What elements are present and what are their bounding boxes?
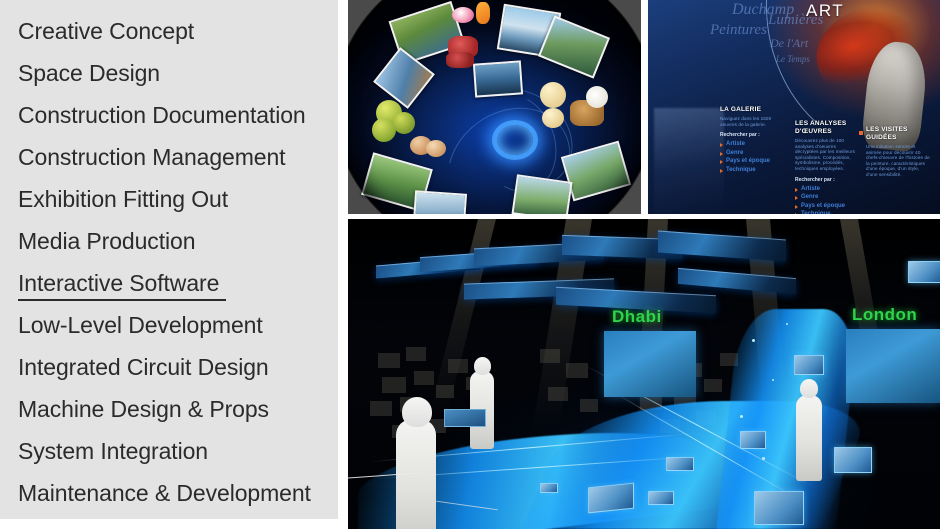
column-heading: LA GALERIE	[720, 106, 762, 113]
wall-tile	[406, 347, 426, 361]
sidebar-item-label: Construction Documentation	[18, 101, 306, 128]
light-spark	[752, 339, 755, 342]
sidebar-item-low-level-development[interactable]: Low-Level Development	[0, 304, 338, 346]
bullet-marker-icon	[859, 131, 863, 135]
floating-image-card	[648, 491, 674, 505]
sidebar-item-label: Construction Management	[18, 143, 286, 170]
wall-tile	[378, 353, 400, 368]
sidebar-item-construction-management[interactable]: Construction Management	[0, 136, 338, 178]
sidebar-item-label: Integrated Circuit Design	[18, 353, 269, 380]
floating-image-card	[794, 355, 824, 375]
services-sidebar: Creative Concept Space Design Constructi…	[0, 0, 338, 519]
light-spark	[786, 323, 788, 325]
sidebar-item-interactive-software[interactable]: Interactive Software	[0, 262, 338, 304]
column-links: Artiste Genre Pays et époque Technique	[720, 140, 778, 174]
art-title: ART	[806, 1, 845, 20]
sidebar-item-creative-concept[interactable]: Creative Concept	[0, 10, 338, 52]
art-column-les-visites[interactable]: LES VISITES GUIDÉES Une initiation sonor…	[866, 126, 932, 178]
wall-tile	[704, 379, 722, 392]
wall-tile	[436, 385, 454, 398]
sidebar-item-label: Exhibition Fitting Out	[18, 185, 229, 212]
sidebar-item-label: Low-Level Development	[18, 311, 263, 338]
city-label-dhabi: Dhabi	[612, 307, 662, 326]
sidebar-item-label: System Integration	[18, 437, 208, 464]
sidebar-item-integrated-circuit-design[interactable]: Integrated Circuit Design	[0, 346, 338, 388]
floating-image-card	[908, 261, 940, 283]
column-sublabel: Rechercher par :	[795, 176, 835, 183]
wall-tile	[414, 371, 434, 385]
gallery-image-art-interface[interactable]: Duchamp Lumières Peintures De l'Art Le T…	[648, 0, 940, 214]
light-spark	[772, 379, 774, 381]
column-body: Naviguez dans les 1500 oeuvres de la gal…	[720, 116, 772, 127]
sidebar-item-media-production[interactable]: Media Production	[0, 220, 338, 262]
sidebar-item-label: Space Design	[18, 59, 160, 86]
page-root: Creative Concept Space Design Constructi…	[0, 0, 940, 529]
visitor-silhouette-head	[402, 397, 432, 427]
city-label-london: London	[852, 305, 918, 324]
dome-vignette	[348, 0, 641, 214]
sidebar-item-label: Interactive Software	[18, 269, 220, 296]
floating-image-card	[740, 431, 766, 449]
column-body: Une initiation sonore et animée pour déc…	[866, 144, 930, 177]
visitor-silhouette-head	[800, 379, 818, 398]
wall-display-panel	[604, 331, 696, 397]
sidebar-item-construction-documentation[interactable]: Construction Documentation	[0, 94, 338, 136]
floating-image-card	[540, 483, 558, 493]
art-column-les-analyses[interactable]: LES ANALYSES D'ŒUVRES Découvrez plus de …	[795, 120, 857, 214]
column-sublabel: Rechercher par :	[720, 132, 760, 139]
sidebar-item-label: Machine Design & Props	[18, 395, 269, 422]
art-link-artiste[interactable]: Artiste	[720, 140, 778, 149]
sidebar-item-system-integration[interactable]: System Integration	[0, 430, 338, 472]
sidebar-item-label: Media Production	[18, 227, 196, 254]
art-column-la-galerie[interactable]: LA GALERIE Naviguez dans les 1500 oeuvre…	[720, 106, 778, 174]
wall-tile	[382, 377, 406, 393]
gallery-image-exhibition-hall[interactable]: Dhabi London	[348, 219, 940, 529]
wall-tile	[548, 387, 568, 401]
art-link-artiste[interactable]: Artiste	[795, 185, 857, 194]
wall-tile	[580, 399, 598, 412]
column-body: Découvrez plus de 100 analyses d'oeuvres…	[795, 138, 855, 171]
sidebar-list: Creative Concept Space Design Constructi…	[0, 10, 338, 514]
light-spark	[762, 457, 765, 460]
wall-tile	[540, 349, 560, 363]
floating-image-card	[754, 491, 804, 525]
wall-display-panel	[846, 329, 940, 403]
floating-image-card	[834, 447, 872, 473]
kiosk-screen	[444, 409, 486, 427]
sidebar-item-exhibition-fitting-out[interactable]: Exhibition Fitting Out	[0, 178, 338, 220]
sidebar-item-machine-design-and-props[interactable]: Machine Design & Props	[0, 388, 338, 430]
sidebar-item-label: Creative Concept	[18, 17, 195, 44]
wall-tile	[370, 401, 392, 416]
light-spark	[740, 415, 743, 418]
art-link-genre[interactable]: Genre	[795, 193, 857, 202]
sidebar-item-label: Maintenance & Development	[18, 479, 311, 506]
column-heading: LES ANALYSES D'ŒUVRES	[795, 120, 847, 135]
gallery-image-interactive-dome-table[interactable]	[348, 0, 641, 214]
wall-tile	[448, 359, 468, 373]
art-link-pays-et-epoque[interactable]: Pays et époque	[795, 202, 857, 211]
active-item-underline	[18, 299, 226, 301]
art-link-technique[interactable]: Technique	[720, 166, 778, 175]
sidebar-item-space-design[interactable]: Space Design	[0, 52, 338, 94]
art-link-genre[interactable]: Genre	[720, 149, 778, 158]
visitor-silhouette-head	[474, 357, 491, 375]
art-link-pays-et-epoque[interactable]: Pays et époque	[720, 157, 778, 166]
column-heading: LES VISITES GUIDÉES	[866, 126, 908, 141]
floating-image-card	[666, 457, 694, 471]
art-link-technique[interactable]: Technique	[795, 210, 857, 214]
column-links: Artiste Genre Pays et époque Technique	[795, 185, 857, 214]
sidebar-item-maintenance-and-development[interactable]: Maintenance & Development	[0, 472, 338, 514]
visitor-silhouette	[796, 395, 822, 481]
floating-image-card	[588, 482, 634, 514]
